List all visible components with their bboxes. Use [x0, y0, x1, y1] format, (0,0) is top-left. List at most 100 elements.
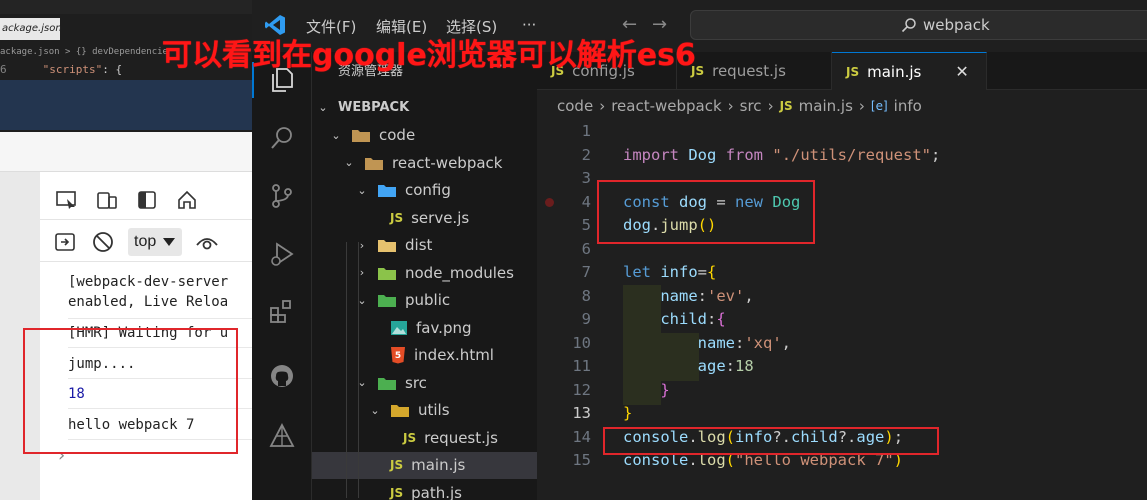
- tree-indent-guide: [346, 242, 347, 498]
- utils-folder-icon: [391, 405, 409, 417]
- code-line[interactable]: 2 import Dog from "./utils/request";: [537, 143, 1147, 167]
- home-icon[interactable]: [174, 187, 200, 213]
- tree-file[interactable]: JS serve.js: [312, 204, 537, 231]
- tree-folder[interactable]: ⌄ code: [312, 122, 537, 149]
- background-selection-band: [0, 80, 252, 130]
- live-expression-eye-icon[interactable]: [194, 229, 220, 255]
- code-line[interactable]: 1: [537, 119, 1147, 143]
- tab-request-js[interactable]: JS request.js: [677, 52, 832, 90]
- background-titlebar: [0, 0, 252, 14]
- code-line[interactable]: 7 let info={: [537, 260, 1147, 284]
- breadcrumb-separator-icon: ›: [599, 97, 606, 115]
- close-icon[interactable]: ✕: [955, 62, 968, 81]
- src-folder-icon: [378, 377, 396, 390]
- breadcrumb-separator-icon: ›: [767, 97, 774, 115]
- tree-item-label: react-webpack: [392, 153, 503, 172]
- remote-explorer-icon[interactable]: [266, 420, 298, 452]
- background-code-rest: : {: [102, 63, 123, 76]
- command-center-search[interactable]: webpack: [690, 10, 1147, 40]
- line-number: 9: [581, 310, 591, 328]
- line-number: 5: [581, 216, 591, 234]
- line-number: 6: [581, 239, 591, 258]
- folder-icon: [365, 157, 383, 170]
- line-number: 1: [581, 122, 591, 140]
- vscode-window: 文件(F) 编辑(E) 选择(S) ··· ← → webpack 资源管理器 …: [252, 0, 1147, 500]
- inspect-element-icon[interactable]: [54, 187, 80, 213]
- tree-item-label: WEBPACK: [338, 100, 410, 115]
- code-line[interactable]: 13}: [537, 401, 1147, 425]
- line-number: 3: [581, 169, 591, 187]
- line-number: 7: [581, 263, 591, 281]
- run-debug-icon[interactable]: [266, 238, 298, 270]
- js-file-icon: JS: [390, 458, 404, 472]
- code-line[interactable]: 10 name:'xq',: [537, 331, 1147, 355]
- background-editor-tab[interactable]: ackage.json: [0, 18, 62, 40]
- breakpoint-hint-icon[interactable]: [545, 198, 554, 207]
- breadcrumb-item[interactable]: info: [894, 97, 922, 115]
- tree-item-label: node_modules: [405, 263, 514, 282]
- annotation-text: 可以看到在google浏览器可以解析es6: [162, 38, 696, 73]
- explorer-root[interactable]: ⌄ WEBPACK: [312, 94, 537, 121]
- highlight-box-console: [23, 328, 238, 454]
- breadcrumb-item[interactable]: code: [557, 97, 593, 115]
- dock-side-icon[interactable]: [134, 187, 160, 213]
- tree-item-label: dist: [405, 236, 433, 254]
- source-control-icon[interactable]: [266, 180, 298, 212]
- line-number: 2: [581, 145, 591, 164]
- tree-item-label: fav.png: [416, 318, 472, 337]
- device-toolbar-icon[interactable]: [94, 187, 120, 213]
- code-line[interactable]: 12 }: [537, 378, 1147, 402]
- tree-item-label: code: [379, 126, 416, 144]
- code-line[interactable]: 11 age:18: [537, 354, 1147, 378]
- chevron-down-icon[interactable]: ⌄: [355, 184, 369, 197]
- chevron-down-icon[interactable]: ⌄: [316, 101, 330, 114]
- chevron-down-icon[interactable]: ⌄: [329, 129, 343, 142]
- tree-item-label: index.html: [414, 346, 494, 364]
- code-line[interactable]: 8 name:'ev',: [537, 284, 1147, 308]
- show-sidebar-icon[interactable]: [52, 229, 78, 255]
- devtools-panel: top [webpack-dev-server enabled, Live Re…: [0, 132, 252, 500]
- explorer-sidebar: 资源管理器 ··· ⌄ WEBPACK ⌄ code ⌄ react-webpack ⌄ co…: [312, 52, 537, 500]
- tree-folder[interactable]: ⌄ react-webpack: [312, 149, 537, 176]
- tree-folder[interactable]: ⌄ config: [312, 177, 537, 204]
- line-number: 15: [572, 451, 591, 469]
- code-text: child:{: [660, 310, 726, 328]
- search-icon: [901, 18, 916, 33]
- chevron-down-icon[interactable]: ⌄: [342, 156, 356, 169]
- code-line[interactable]: 9 child:{: [537, 307, 1147, 331]
- tree-item-label: serve.js: [411, 208, 470, 227]
- tree-indent-guide: [358, 242, 359, 498]
- line-number: 8: [581, 286, 591, 305]
- background-line-number: 6: [0, 63, 7, 76]
- console-divider: [68, 318, 252, 319]
- console-toolbar: top: [40, 222, 252, 262]
- tree-item-label: config: [405, 181, 451, 199]
- tree-item-label: main.js: [411, 456, 466, 474]
- search-view-icon[interactable]: [266, 122, 298, 154]
- breadcrumb-item[interactable]: src: [740, 97, 762, 115]
- chevron-down-icon: [163, 237, 176, 246]
- background-breadcrumb: ackage.json > {} devDependencie: [0, 47, 168, 57]
- tree-item-label: public: [405, 291, 451, 309]
- tab-main-js[interactable]: JS main.js ✕: [832, 52, 987, 90]
- breadcrumb-separator-icon: ›: [858, 97, 865, 115]
- image-file-icon: [391, 320, 407, 335]
- command-center-label: webpack: [923, 16, 990, 34]
- line-number: 11: [572, 357, 591, 375]
- tree-item-label: request.js: [424, 428, 498, 447]
- code-text: }: [623, 404, 633, 422]
- github-icon[interactable]: [266, 360, 298, 392]
- chevron-down-icon[interactable]: ⌄: [368, 404, 382, 417]
- tree-item-label: utils: [418, 401, 450, 419]
- breadcrumb-item[interactable]: main.js: [799, 97, 853, 115]
- breadcrumb-item[interactable]: react-webpack: [611, 97, 721, 115]
- code-text: age:18: [697, 357, 754, 375]
- code-editor: JS config.js JS request.js JS main.js ✕ …: [537, 52, 1147, 500]
- clear-console-icon[interactable]: [90, 229, 116, 255]
- context-selector[interactable]: top: [128, 227, 183, 256]
- extensions-icon[interactable]: [266, 296, 298, 328]
- line-number: 12: [572, 380, 591, 399]
- js-file-icon: JS: [846, 64, 860, 79]
- context-selector-label: top: [134, 232, 157, 250]
- activity-bar: [252, 52, 312, 500]
